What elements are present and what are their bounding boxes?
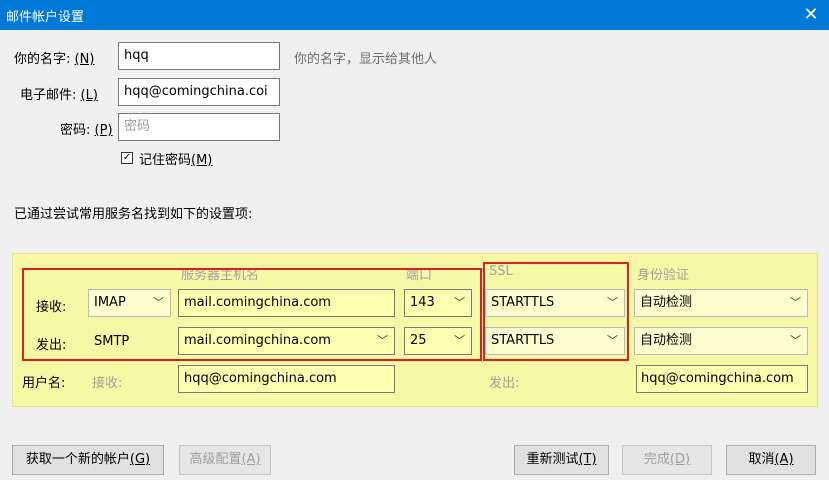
incoming-auth-select[interactable]: 自动检测 ﹀ bbox=[634, 289, 808, 317]
username-label: 用户名: bbox=[22, 376, 66, 391]
username-incoming-field[interactable]: hqq@comingchina.com bbox=[178, 365, 395, 393]
incoming-port-select[interactable]: 143 ﹀ bbox=[404, 289, 472, 317]
chevron-down-icon: ﹀ bbox=[377, 334, 388, 347]
advanced-config-button[interactable]: 高级配置(A) bbox=[179, 445, 271, 475]
chevron-down-icon: ﹀ bbox=[790, 296, 801, 309]
outgoing-label: 发出: bbox=[36, 338, 67, 353]
outgoing-protocol-label: SMTP bbox=[94, 334, 130, 349]
chevron-down-icon: ﹀ bbox=[153, 296, 164, 309]
username-incoming-label: 接收: bbox=[92, 376, 123, 391]
password-label: 密码: (P) bbox=[60, 123, 113, 138]
username-outgoing-field[interactable]: hqq@comingchina.com bbox=[636, 365, 808, 393]
chevron-down-icon: ﹀ bbox=[454, 296, 465, 309]
incoming-ssl-select[interactable]: STARTTLS ﹀ bbox=[485, 289, 625, 317]
title-bar: 邮件帐户设置 ✕ bbox=[0, 0, 829, 30]
get-new-account-button[interactable]: 获取一个新的帐户(G) bbox=[12, 445, 164, 475]
cancel-button[interactable]: 取消(A) bbox=[726, 445, 816, 475]
chevron-down-icon: ﹀ bbox=[790, 334, 801, 347]
email-field[interactable]: hqq@comingchina.coi bbox=[118, 78, 280, 106]
chevron-down-icon: ﹀ bbox=[454, 334, 465, 347]
retest-button[interactable]: 重新测试(T) bbox=[514, 445, 609, 475]
close-icon[interactable]: ✕ bbox=[799, 3, 823, 27]
chevron-down-icon: ﹀ bbox=[607, 296, 618, 309]
done-button[interactable]: 完成(D) bbox=[622, 445, 712, 475]
name-field[interactable]: hqq bbox=[118, 42, 280, 70]
incoming-protocol-select[interactable]: IMAP ﹀ bbox=[88, 289, 171, 317]
port-column-header: 端口 bbox=[406, 268, 433, 283]
outgoing-ssl-select[interactable]: STARTTLS ﹀ bbox=[485, 327, 625, 355]
auth-column-header: 身份验证 bbox=[637, 268, 690, 283]
remember-password-label[interactable]: 记住密码(M) bbox=[139, 149, 212, 168]
hostname-column-header: 服务器主机名 bbox=[181, 268, 260, 283]
found-settings-text: 已通过尝试常用服务名找到如下的设置项: bbox=[14, 207, 253, 222]
check-icon: ✓ bbox=[122, 152, 132, 163]
email-label: 电子邮件: (L) bbox=[20, 88, 98, 103]
outgoing-port-select[interactable]: 25 ﹀ bbox=[404, 327, 472, 355]
remember-password-checkbox[interactable]: ✓ bbox=[121, 152, 133, 164]
name-hint: 你的名字，显示给其他人 bbox=[294, 52, 438, 67]
ssl-column-header: SSL bbox=[489, 264, 513, 279]
incoming-hostname-field[interactable]: mail.comingchina.com bbox=[178, 289, 395, 317]
chevron-down-icon: ﹀ bbox=[607, 334, 618, 347]
outgoing-auth-select[interactable]: 自动检测 ﹀ bbox=[634, 327, 808, 355]
username-outgoing-label: 发出: bbox=[489, 376, 520, 391]
incoming-label: 接收: bbox=[36, 300, 67, 315]
outgoing-hostname-select[interactable]: mail.comingchina.com ﹀ bbox=[178, 327, 395, 355]
password-field[interactable]: 密码 bbox=[118, 113, 280, 141]
name-label: 你的名字: (N) bbox=[14, 52, 95, 67]
window-title: 邮件帐户设置 bbox=[6, 10, 85, 25]
